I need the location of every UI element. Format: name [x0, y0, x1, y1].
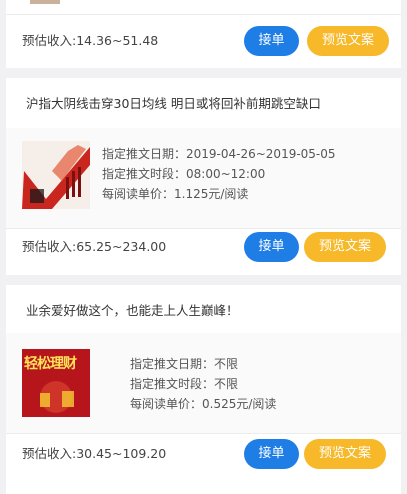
- card-body: 轻松理财 指定推文日期：不限 指定推文时段：不限 每阅读单价：0.525元/阅读: [6, 333, 401, 433]
- publish-time-slot: 指定推文时段：不限: [130, 377, 239, 391]
- take-order-button[interactable]: 接单: [244, 439, 299, 469]
- task-card-3: 业余爱好做这个，也能走上人生巅峰！ 轻松理财 指定推文日期：不限 指定推文时段：…: [6, 285, 401, 494]
- preview-copy-button[interactable]: 预览文案: [304, 439, 386, 469]
- publish-time-slot: 指定推文时段：08:00~12:00: [102, 167, 266, 181]
- card-body: 指定推文日期：2019-04-26~2019-05-05 指定推文时段：08:0…: [6, 128, 401, 228]
- task-card-1: 预估收入:14.36~51.48 接单 预览文案: [6, 0, 401, 68]
- preview-copy-button[interactable]: 预览文案: [307, 26, 389, 56]
- price-per-read: 每阅读单价：1.125元/阅读: [102, 187, 249, 201]
- article-thumbnail: 轻松理财: [22, 349, 90, 417]
- card-thumbnail: [30, 0, 60, 4]
- task-card-2: 沪指大阴线击穿30日均线 明日或将回补前期跳空缺口 指定推文日期：2019-04…: [6, 78, 401, 275]
- estimated-income: 预估收入:65.25~234.00: [22, 239, 167, 254]
- estimated-income: 预估收入:30.45~109.20: [22, 446, 167, 461]
- article-thumbnail: [22, 141, 90, 209]
- thumbnail-caption: 轻松理财: [24, 356, 77, 372]
- estimated-income: 预估收入:14.36~51.48: [22, 33, 159, 48]
- take-order-button[interactable]: 接单: [244, 26, 299, 56]
- preview-copy-button[interactable]: 预览文案: [304, 232, 386, 262]
- price-per-read: 每阅读单价：0.525元/阅读: [130, 397, 277, 411]
- stock-chart-thumbnail-image: [22, 141, 90, 209]
- article-title[interactable]: 沪指大阴线击穿30日均线 明日或将回补前期跳空缺口: [26, 96, 321, 112]
- article-title[interactable]: 业余爱好做这个，也能走上人生巅峰！: [26, 303, 239, 319]
- card-divider: [6, 228, 401, 229]
- take-order-button[interactable]: 接单: [244, 232, 299, 262]
- card-divider: [6, 433, 401, 434]
- publish-date-range: 指定推文日期：不限: [130, 357, 239, 371]
- publish-date-range: 指定推文日期：2019-04-26~2019-05-05: [102, 147, 336, 161]
- card-divider: [6, 14, 401, 15]
